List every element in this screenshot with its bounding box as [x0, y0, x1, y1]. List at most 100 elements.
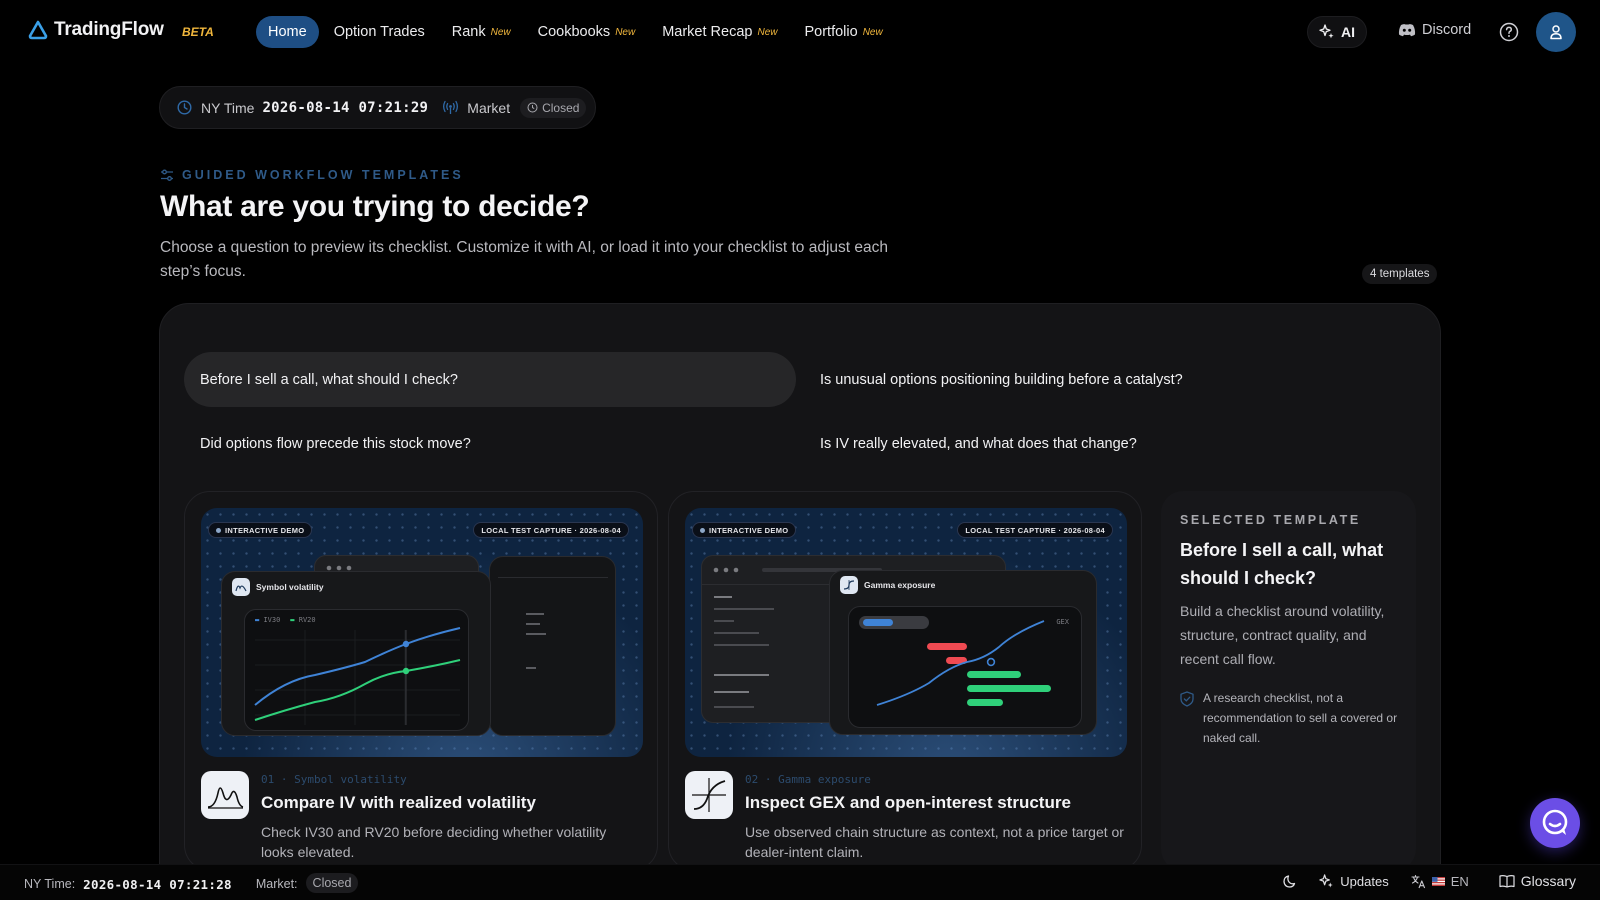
clock-icon	[177, 100, 192, 115]
chart-legend: ▬ IV30 ▬ RV20	[255, 616, 316, 624]
broadcast-icon	[443, 100, 459, 114]
chat-support-button[interactable]	[1530, 798, 1580, 848]
question-label: Did options flow precede this stock move…	[200, 435, 471, 452]
capture-tag-label: LOCAL TEST CAPTURE · 2026-08-04	[965, 525, 1105, 535]
gex-chart: GEX	[848, 606, 1082, 728]
book-icon	[1499, 875, 1515, 888]
legend-iv30-label: IV30	[263, 616, 281, 624]
eyebrow-text: GUIDED WORKFLOW TEMPLATES	[182, 168, 464, 182]
ai-button[interactable]: AI	[1307, 16, 1367, 48]
top-nav: TradingFlow BETA Home Option Trades Rank…	[0, 0, 1600, 64]
chart-window-title: Symbol volatility	[232, 578, 324, 596]
capture-tag: LOCAL TEST CAPTURE · 2026-08-04	[473, 522, 629, 538]
page-subtitle: Choose a question to preview its checkli…	[160, 239, 888, 280]
status-time-label: NY Time:	[24, 877, 76, 891]
status-market-label: Market:	[255, 877, 298, 891]
nav-cookbooks[interactable]: Cookbooks New	[526, 16, 648, 48]
nav-home-label: Home	[268, 24, 307, 40]
user-icon	[1550, 25, 1562, 40]
step-kicker: 02 · Gamma exposure	[745, 773, 871, 786]
step-card-symbol-volatility[interactable]: INTERACTIVE DEMO LOCAL TEST CAPTURE · 20…	[184, 491, 658, 871]
logo-icon	[28, 20, 48, 40]
beta-badge: BETA	[182, 25, 214, 39]
glossary-button[interactable]: Glossary	[1499, 873, 1576, 889]
discord-label: Discord	[1422, 22, 1472, 38]
demo-preview[interactable]: INTERACTIVE DEMO LOCAL TEST CAPTURE · 20…	[685, 508, 1127, 757]
question-option-sell-call[interactable]: Before I sell a call, what should I chec…	[184, 352, 796, 407]
new-badge: New	[862, 26, 883, 38]
question-option-unusual-positioning[interactable]: Is unusual options positioning building …	[804, 352, 1416, 407]
gamma-curve-icon	[692, 778, 726, 812]
bell-curve-icon	[207, 787, 244, 809]
nav-home[interactable]: Home	[256, 16, 319, 48]
step-card-gamma-exposure[interactable]: INTERACTIVE DEMO LOCAL TEST CAPTURE · 20…	[668, 491, 1142, 871]
status-clock-icon	[527, 102, 538, 113]
capture-tag: LOCAL TEST CAPTURE · 2026-08-04	[957, 522, 1113, 538]
interactive-demo-tag: INTERACTIVE DEMO	[692, 522, 797, 538]
status-bar-actions: Updates EN Glossary	[1260, 873, 1576, 889]
legend-rv20-label: RV20	[298, 616, 316, 624]
chart-window: Symbol volatility ▬ IV30 ▬ RV20	[221, 571, 491, 736]
sparkle-icon	[1319, 24, 1334, 39]
translate-icon	[1411, 874, 1425, 888]
nav-rank-label: Rank	[451, 24, 486, 40]
nav-option-trades[interactable]: Option Trades	[322, 16, 437, 48]
demo-preview[interactable]: INTERACTIVE DEMO LOCAL TEST CAPTURE · 20…	[201, 508, 643, 757]
legend-rv20: ▬ RV20	[290, 616, 316, 624]
nav-market-recap[interactable]: Market Recap New	[650, 16, 789, 48]
question-option-flow-precede[interactable]: Did options flow precede this stock move…	[184, 416, 796, 471]
help-button[interactable]	[1499, 22, 1519, 47]
new-badge: New	[757, 26, 778, 38]
user-avatar[interactable]	[1536, 12, 1576, 52]
discord-icon	[1398, 24, 1416, 37]
new-badge: New	[615, 26, 636, 38]
chart-window-title: Gamma exposure	[840, 576, 935, 594]
selected-template-title: Before I sell a call, what should I chec…	[1180, 540, 1384, 588]
volatility-chart: ▬ IV30 ▬ RV20	[244, 609, 469, 731]
question-label: Is IV really elevated, and what does tha…	[820, 435, 1137, 452]
question-option-iv-elevated[interactable]: Is IV really elevated, and what does tha…	[804, 416, 1416, 471]
updates-button[interactable]: Updates	[1319, 873, 1389, 889]
step-kicker: 01 · Symbol volatility	[261, 773, 407, 786]
moon-icon	[1283, 874, 1296, 888]
us-flag-icon	[1431, 876, 1445, 886]
gex-chart-svg	[859, 616, 1051, 706]
language-selector[interactable]: EN	[1411, 874, 1469, 889]
status-market-badge: Closed	[305, 873, 359, 893]
main-nav: Home Option Trades Rank New Cookbooks New …	[256, 16, 898, 48]
discord-link[interactable]: Discord	[1398, 22, 1471, 38]
theme-toggle[interactable]	[1282, 874, 1297, 889]
market-status-text: Closed	[542, 100, 580, 115]
gamma-mini-icon	[840, 576, 858, 594]
nav-portfolio-label: Portfolio	[804, 24, 858, 40]
chat-bubble-icon	[1542, 809, 1568, 835]
demo-tag-label: INTERACTIVE DEMO	[225, 525, 305, 535]
status-bar: NY Time: 2026-08-14 07:21:28 Market: Clo…	[0, 864, 1600, 900]
market-closed-badge: Closed	[520, 97, 587, 118]
status-time-value: 2026-08-14 07:21:28	[83, 876, 232, 892]
nav-portfolio[interactable]: Portfolio New	[792, 16, 894, 48]
selected-template-eyebrow: SELECTED TEMPLATE	[1180, 513, 1361, 527]
glossary-label: Glossary	[1520, 873, 1576, 889]
clock-label: NY Time	[201, 99, 255, 116]
question-label: Before I sell a call, what should I chec…	[200, 371, 458, 388]
volatility-chart-svg	[254, 627, 461, 725]
nav-rank[interactable]: Rank New	[440, 16, 523, 48]
nav-cookbooks-label: Cookbooks	[537, 24, 611, 40]
page-title: What are you trying to decide?	[160, 190, 590, 223]
clock-datetime: 2026-08-14 07:21:29	[262, 99, 429, 116]
selected-template-description: Build a checklist around volatility, str…	[1180, 603, 1385, 667]
step-description: Check IV30 and RV20 before deciding whet…	[261, 824, 607, 860]
shield-check-icon	[1180, 691, 1194, 707]
section-eyebrow: GUIDED WORKFLOW TEMPLATES	[160, 168, 464, 182]
brand-logo[interactable]: TradingFlow	[28, 19, 164, 41]
market-label: Market	[467, 99, 511, 116]
market-status: Market	[442, 100, 510, 116]
gamma-exposure-card-icon	[685, 771, 733, 819]
help-icon	[1499, 22, 1519, 42]
symbol-volatility-card-icon	[201, 771, 249, 819]
step-title: Inspect GEX and open-interest structure	[745, 793, 1071, 812]
sparkle-icon	[1319, 873, 1333, 887]
language-label: EN	[1450, 873, 1469, 889]
gex-label: GEX	[1056, 618, 1069, 626]
